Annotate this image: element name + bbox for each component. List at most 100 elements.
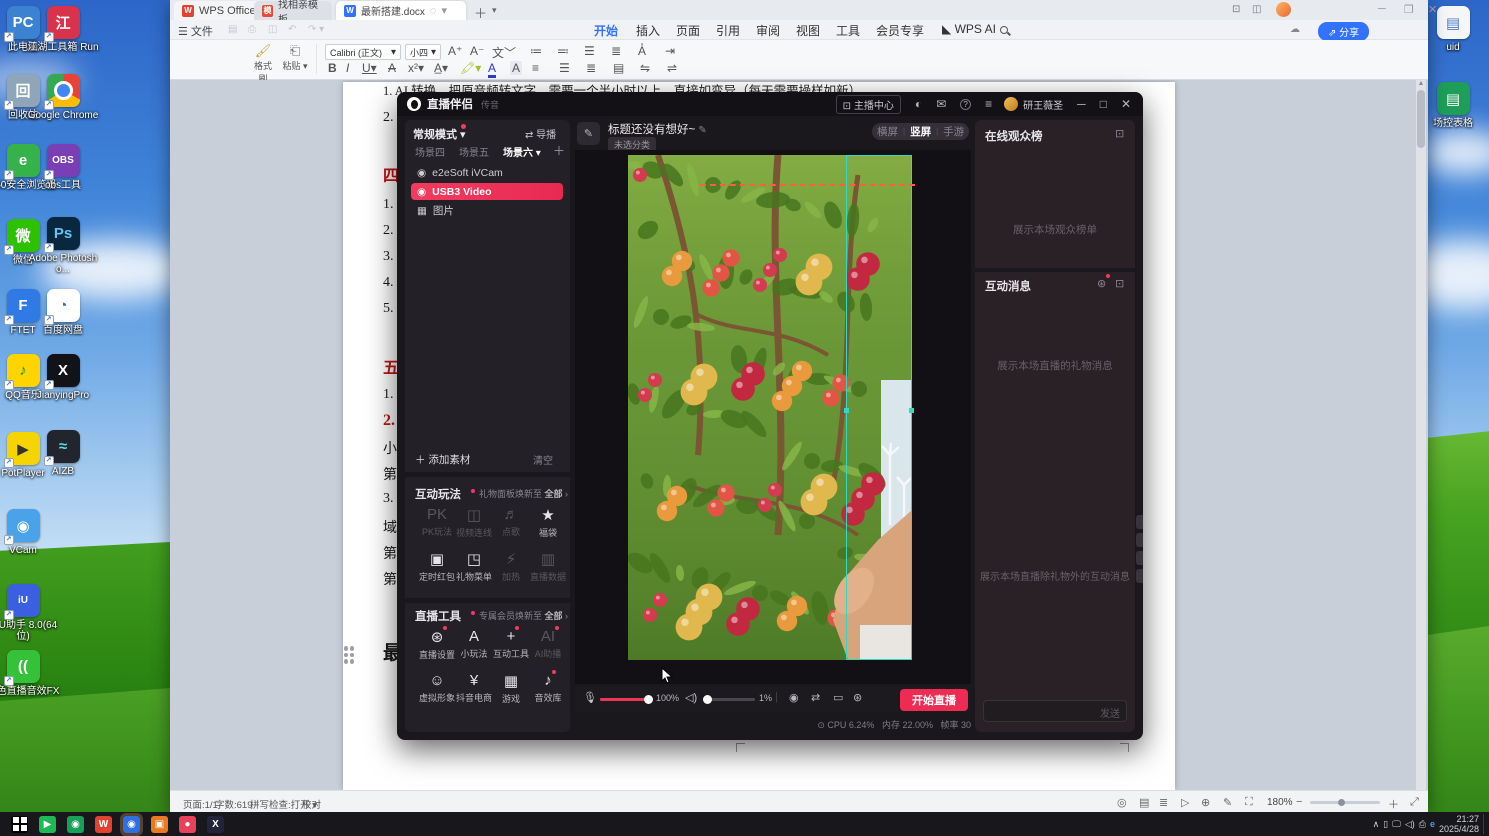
zoom-in-button[interactable]: ＋ (1388, 796, 1399, 812)
float-toolbar-handle[interactable] (344, 646, 356, 664)
chat-settings-gear-icon[interactable]: ⊛ (1097, 277, 1106, 290)
feature-PK玩法[interactable]: PK PK玩法 (419, 506, 455, 538)
zoom-percentage[interactable]: 180% (1267, 797, 1293, 808)
director-button[interactable]: ⇄ 导播 (525, 126, 556, 141)
zoom-slider-knob[interactable] (1338, 799, 1345, 806)
monitor-icon[interactable]: ◉ (789, 691, 799, 704)
feature-抖音电商[interactable]: ¥ 抖音电商 (456, 672, 492, 704)
paragraph-icon[interactable]: ⇌ (667, 61, 677, 75)
font-size-select[interactable]: 小四 ▾ (405, 44, 441, 60)
paragraph-icon[interactable]: ☰ (559, 61, 570, 75)
shrink-font-icon[interactable]: A⁻ (470, 44, 484, 58)
status-item-3[interactable]: 校对 (302, 797, 321, 811)
clock[interactable]: 21:27 2025/4/28 (1439, 814, 1479, 834)
wps-minimize-button[interactable]: ─ (1378, 3, 1386, 15)
paragraph-icon[interactable]: ≣ (586, 61, 596, 75)
app-title-bar[interactable]: 直播伴侣 传音 ⊡ 主播中心 ◐ ✉ ? ≡ 研王薇圣 ─ □ ✕ (397, 92, 1143, 116)
selection-handle[interactable] (844, 407, 849, 413)
ribbon-tab-4[interactable]: 审阅 (756, 22, 780, 39)
microphone-icon[interactable]: 🎙 (583, 691, 597, 704)
paragraph-icon[interactable]: ≣ (611, 44, 621, 58)
paragraph-icon[interactable]: ≔ (530, 44, 542, 58)
user-avatar[interactable] (1004, 97, 1019, 111)
text-effects-icon[interactable]: 文﹀ (492, 44, 516, 61)
fullscreen-icon[interactable]: ⛶ (1245, 796, 1253, 809)
doc-tab-active[interactable]: W 最新搭建.docx ◌ ▾ (336, 1, 466, 20)
camera-icon[interactable]: ▭ (833, 691, 843, 704)
save-icon[interactable]: ▤ (228, 24, 237, 35)
ribbon-tab-5[interactable]: 视图 (796, 22, 820, 39)
edit-icon[interactable]: ✎ (1223, 796, 1232, 809)
ribbon-tab-1[interactable]: 插入 (636, 22, 660, 39)
underline-icon[interactable]: U▾ (362, 61, 377, 75)
dock-tab[interactable] (1136, 569, 1143, 583)
feature-点歌[interactable]: ♬ 点歌 (493, 506, 529, 538)
status-item-0[interactable]: 页面:1/1 (183, 797, 218, 811)
format-painter-button[interactable]: 🖌 格式刷 (250, 43, 276, 85)
paragraph-icon[interactable]: ▤ (613, 61, 624, 75)
add-material-button[interactable]: ＋ 添加素材 (415, 452, 470, 467)
popout-icon[interactable]: ⊡ (1115, 277, 1124, 290)
taskbar-jianying[interactable]: X (207, 815, 224, 833)
desktop-icon-jianghu-toolbox[interactable]: 江 ↗ 江湖工具箱 Run (26, 6, 100, 53)
help-icon[interactable]: ? (960, 98, 972, 110)
orientation-手游[interactable]: 手游 (938, 124, 969, 139)
display-icon[interactable]: 🖵 (1392, 819, 1401, 830)
sound-icon[interactable]: ◐ (915, 97, 922, 111)
play-icon[interactable]: ▷ (1181, 796, 1189, 809)
anchor-center-button[interactable]: ⊡ 主播中心 (835, 94, 901, 114)
paste-button[interactable]: ⎗ 粘贴 ▾ (282, 43, 308, 72)
taskbar-app-teal[interactable]: ◉ (67, 815, 84, 833)
zoom-slider[interactable] (1310, 799, 1380, 806)
taskbar-stream-companion[interactable]: ◉ (120, 812, 143, 836)
feature-互动工具[interactable]: + 互动工具 (493, 626, 529, 660)
speaker-tray-icon[interactable]: ◁) (1405, 819, 1415, 830)
source-selection-box[interactable] (844, 155, 914, 660)
account-avatar[interactable] (1276, 2, 1291, 17)
share-button[interactable]: ⇗ 分享 (1318, 22, 1370, 41)
feature-加热[interactable]: ⚡ 加热 (493, 550, 529, 583)
app-maximize-button[interactable]: □ (1100, 97, 1107, 111)
desktop-icon-google-chrome[interactable]: ↗ Google Chrome (26, 74, 100, 121)
bold-icon[interactable]: B (328, 61, 337, 75)
start-button[interactable] (11, 815, 28, 833)
paragraph-icon[interactable]: ⇥ (665, 44, 675, 58)
scene-tab-1[interactable]: 场景五 (459, 144, 489, 159)
feature-游戏[interactable]: ▦ 游戏 (493, 672, 529, 705)
dock-tab[interactable] (1136, 533, 1143, 547)
desktop-icon-sound-fx[interactable]: ((↗ 绿色直播音效FX (0, 650, 60, 697)
feature-音效库[interactable]: ♪ 音效库 (530, 670, 566, 704)
clear-button[interactable]: 清空 (533, 452, 553, 467)
fit-width-icon[interactable]: ⤢ (1410, 796, 1419, 809)
add-scene-button[interactable]: ＋ (553, 142, 565, 159)
desktop-icon-aizb[interactable]: ≈ ↗ AIZB (26, 430, 100, 477)
zoom-out-button[interactable]: − (1296, 796, 1302, 808)
printer-icon[interactable]: ⎙ (1419, 819, 1426, 830)
font-name-select[interactable]: Calibri (正文) ▾ (325, 44, 401, 60)
italic-icon[interactable]: I (346, 61, 349, 75)
paragraph-icon[interactable]: ☰ (584, 44, 595, 58)
paragraph-icon[interactable]: A̓ (638, 44, 646, 58)
feature-直播设置[interactable]: ⊛ 直播设置 (419, 626, 455, 661)
font-color-icon[interactable]: A (488, 61, 497, 78)
wps-home-tab[interactable]: W WPS Office (174, 1, 264, 20)
layout-icon[interactable]: ⊡ (1232, 4, 1240, 15)
workspace-icon[interactable]: ◫ (1252, 4, 1261, 15)
sync-icon[interactable]: ☁ (1290, 24, 1300, 35)
feature-AI助播[interactable]: AI AI助播 (530, 626, 566, 660)
source-item-1[interactable]: ◉ USB3 Video (411, 183, 563, 200)
wps-close-button[interactable]: ✕ (1428, 3, 1437, 16)
interact-promo[interactable]: 礼物面板焕新至 全部 › (479, 487, 568, 500)
status-item-1[interactable]: 字数:619 (215, 797, 253, 811)
scrollbar-thumb[interactable] (1417, 90, 1425, 148)
feature-小玩法[interactable]: A 小玩法 (456, 628, 492, 660)
volume-slider[interactable] (703, 695, 755, 704)
app-minimize-button[interactable]: ─ (1077, 97, 1086, 111)
grow-font-icon[interactable]: A⁺ (448, 44, 462, 58)
undo-icon[interactable]: ↶ (288, 24, 296, 35)
dock-tab[interactable] (1136, 515, 1143, 529)
popout-icon[interactable]: ⊡ (1115, 127, 1124, 140)
redo-icon[interactable]: ↷ ▾ (308, 24, 324, 35)
scene-tab-0[interactable]: 场景四 (415, 144, 445, 159)
paragraph-icon[interactable]: ≡ (532, 61, 539, 75)
